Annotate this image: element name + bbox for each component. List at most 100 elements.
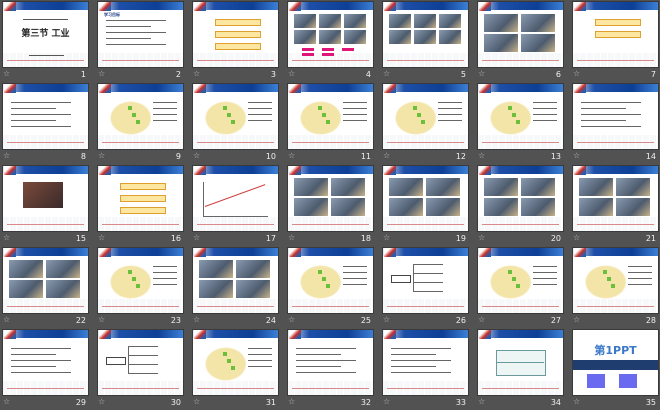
map-marker bbox=[512, 113, 516, 117]
footer-line bbox=[7, 306, 84, 307]
slide-thumbnail[interactable] bbox=[288, 166, 373, 231]
slide-title: 第三节 工业 bbox=[21, 29, 70, 39]
text-line bbox=[581, 114, 641, 115]
label-box bbox=[302, 48, 314, 51]
slide-thumbnail[interactable] bbox=[98, 166, 183, 231]
map-marker bbox=[136, 120, 140, 124]
slide-number: 29 bbox=[75, 398, 86, 407]
slide-transition-icon: ☆ bbox=[573, 397, 581, 406]
slide-thumbnail[interactable] bbox=[478, 166, 563, 231]
text-line bbox=[628, 272, 652, 273]
logo-icon bbox=[4, 330, 16, 339]
slide-thumbnail[interactable] bbox=[383, 84, 468, 149]
button-box bbox=[120, 195, 166, 202]
slide-thumbnail[interactable] bbox=[193, 166, 278, 231]
text-line bbox=[296, 372, 356, 373]
text-line bbox=[153, 102, 177, 103]
slide-thumbnail[interactable] bbox=[193, 330, 278, 395]
footer-line bbox=[577, 60, 654, 61]
map-marker bbox=[128, 106, 132, 110]
photo bbox=[521, 14, 555, 32]
slide-thumbnail[interactable] bbox=[383, 166, 468, 231]
text-line bbox=[296, 360, 356, 361]
slide-thumbnail[interactable] bbox=[478, 330, 563, 395]
text-line bbox=[248, 120, 272, 121]
slide-number: 10 bbox=[265, 152, 276, 161]
slide-number: 14 bbox=[645, 152, 656, 161]
footer-line bbox=[7, 60, 84, 61]
slide-thumbnail[interactable] bbox=[98, 330, 183, 395]
logo-icon bbox=[384, 166, 396, 175]
slide-thumbnail[interactable] bbox=[573, 248, 658, 313]
footer-line bbox=[482, 306, 559, 307]
photo bbox=[521, 34, 555, 52]
slide-thumbnail[interactable] bbox=[98, 84, 183, 149]
slide-thumbnail[interactable] bbox=[288, 248, 373, 313]
logo-icon bbox=[4, 248, 16, 257]
slide-number: 3 bbox=[270, 70, 276, 79]
slide-transition-icon: ☆ bbox=[383, 233, 391, 242]
text-line bbox=[533, 284, 557, 285]
label-box bbox=[322, 53, 334, 56]
photo bbox=[46, 280, 80, 298]
slide-thumbnail[interactable] bbox=[288, 2, 373, 67]
slide-thumbnail[interactable] bbox=[288, 330, 373, 395]
slide-transition-icon: ☆ bbox=[193, 151, 201, 160]
slide-thumbnail[interactable] bbox=[3, 330, 88, 395]
slide-thumbnail[interactable] bbox=[193, 84, 278, 149]
slide-transition-icon: ☆ bbox=[478, 233, 486, 242]
slide-thumbnail[interactable] bbox=[573, 166, 658, 231]
logo-icon bbox=[384, 330, 396, 339]
text-line bbox=[248, 360, 272, 361]
slide-thumbnail[interactable] bbox=[3, 84, 88, 149]
text-line bbox=[106, 26, 151, 27]
logo-icon bbox=[289, 2, 301, 11]
slide-thumbnail[interactable] bbox=[193, 2, 278, 67]
photo bbox=[344, 30, 366, 44]
slide-thumbnail[interactable] bbox=[478, 248, 563, 313]
footer-line bbox=[292, 306, 369, 307]
slide-thumbnail[interactable]: 第三节 工业 bbox=[3, 2, 88, 67]
slide-thumbnail[interactable] bbox=[573, 2, 658, 67]
text-line bbox=[343, 108, 367, 109]
logo-icon bbox=[289, 84, 301, 93]
photo bbox=[439, 30, 461, 44]
text-line bbox=[11, 348, 71, 349]
slide-number: 20 bbox=[550, 234, 561, 243]
photo bbox=[616, 178, 650, 196]
diagram-branch bbox=[413, 273, 443, 274]
footer-line bbox=[102, 60, 179, 61]
slide-thumbnail[interactable] bbox=[383, 330, 468, 395]
button-box bbox=[120, 183, 166, 190]
text-line bbox=[153, 272, 177, 273]
link-block bbox=[587, 374, 605, 388]
photo bbox=[331, 178, 365, 196]
slide-thumbnail[interactable] bbox=[288, 84, 373, 149]
text-line bbox=[581, 120, 626, 121]
slide-thumbnail[interactable] bbox=[478, 84, 563, 149]
china-map bbox=[486, 262, 531, 302]
photo bbox=[579, 198, 613, 216]
slide-thumbnail[interactable] bbox=[573, 84, 658, 149]
photo bbox=[414, 14, 436, 28]
slide-thumbnail[interactable] bbox=[3, 248, 88, 313]
slide-thumbnail[interactable] bbox=[383, 2, 468, 67]
slide-thumbnail[interactable] bbox=[98, 248, 183, 313]
china-map bbox=[296, 262, 341, 302]
text-line bbox=[153, 278, 177, 279]
slide-thumbnail[interactable] bbox=[193, 248, 278, 313]
diagram-branch bbox=[128, 373, 158, 374]
photo bbox=[389, 198, 423, 216]
photo bbox=[439, 14, 461, 28]
slide-thumbnail[interactable]: 第1PPT bbox=[573, 330, 658, 395]
footer-line bbox=[387, 224, 464, 225]
photo bbox=[521, 198, 555, 216]
slide-thumbnail[interactable] bbox=[383, 248, 468, 313]
footer-line bbox=[292, 224, 369, 225]
slide-thumbnail[interactable]: 学习目标 bbox=[98, 2, 183, 67]
slide-thumbnail[interactable] bbox=[478, 2, 563, 67]
china-map bbox=[391, 98, 436, 138]
slide-thumbnail[interactable] bbox=[3, 166, 88, 231]
slide-transition-icon: ☆ bbox=[288, 397, 296, 406]
logo-icon bbox=[574, 166, 586, 175]
